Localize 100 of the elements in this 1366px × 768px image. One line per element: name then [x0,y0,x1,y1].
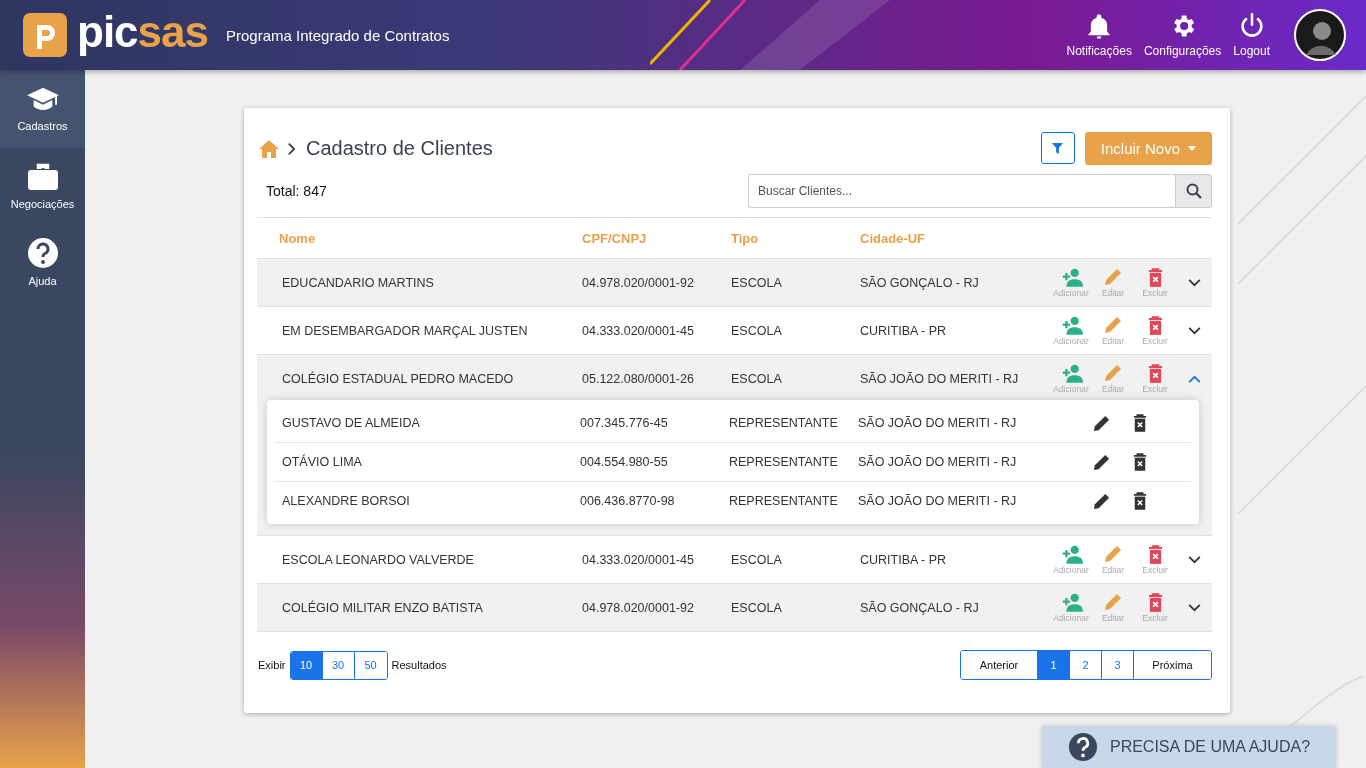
delete-button[interactable]: Excluir [1134,592,1176,623]
pencil-icon [1103,267,1123,287]
expand-chevron-icon[interactable] [1188,555,1201,564]
caret-icon [1188,146,1196,151]
edit-icon[interactable] [1092,491,1111,511]
add-button[interactable]: Adicionar [1050,267,1092,298]
edit-icon[interactable] [1092,452,1111,472]
trash-icon [1147,592,1163,612]
table-cell-text: ESCOLA LEONARDO VALVERDE [281,552,475,567]
add-button[interactable]: Adicionar [1050,592,1092,623]
search-field[interactable]: Buscar Clientes... [748,174,1175,208]
table-cell-text: COLÉGIO ESTADUAL PEDRO MACEDO [281,371,515,386]
edit-button[interactable]: Editar [1092,363,1134,394]
table-cell-text: ESCOLA [731,600,783,615]
column-header[interactable]: Nome [257,230,582,246]
table-cell-text: SÃO JOÃO DO MERITI - RJ [860,371,1020,386]
previous-button[interactable]: Anterior [961,651,1038,679]
delete-icon[interactable] [1133,453,1147,471]
table-cell-text: ESCOLA [731,323,783,338]
table-cell-text: CURITIBA - PR [860,552,948,567]
table-cell-text: ESCOLA [731,552,783,567]
pencil-icon [1103,592,1123,612]
page-button[interactable]: 1 [1038,651,1070,679]
edit-button[interactable]: Editar [1092,267,1134,298]
help-icon [26,237,59,269]
table-cell-text: EM DESEMBARGADOR MARÇAL JUSTEN [281,323,529,338]
search-icon [1185,183,1202,199]
table-cell-text: COLÉGIO MILITAR ENZO BATISTA [281,600,484,615]
table-cell-text: GUSTAVO DE ALMEIDA [281,416,421,430]
edit-button[interactable]: Editar [1092,592,1134,623]
edit-icon[interactable] [1092,413,1111,433]
edit-button[interactable]: Editar [1092,544,1134,575]
delete-icon[interactable] [1133,414,1147,432]
table-cell-text: 006.436.8770-98 [580,494,676,508]
add-button[interactable]: Adicionar [1050,544,1092,575]
add-button[interactable]: Adicionar [1050,315,1092,346]
trash-icon [1147,544,1163,564]
expand-chevron-icon[interactable] [1188,603,1201,612]
table-cell-text: ESCOLA [731,371,783,386]
add-button[interactable]: Adicionar [1050,363,1092,394]
table-cell-text: SÃO JOÃO DO MERITI - RJ [858,494,1018,508]
table-cell-text: SÃO GONÇALO - RJ [860,600,980,615]
table-cell-text: 04.978.020/0001-92 [582,600,695,615]
table-cell-text: SÃO JOÃO DO MERITI - RJ [858,455,1018,469]
new-button[interactable]: Incluir Novo [1084,132,1212,165]
logo-text: picsas [77,10,208,54]
table-cell-text: 04.333.020/0001-45 [582,323,695,338]
table-cell-text: 05.122.080/0001-26 [582,371,695,386]
table-cell-text: REPRESENTANTE [729,494,839,508]
table-cell-text: CURITIBA - PR [860,323,948,338]
help-icon [1067,732,1098,762]
delete-button[interactable]: Excluir [1134,363,1176,394]
page-title: Cadastro de Clientes [306,137,493,160]
chevron-right-icon [287,141,296,156]
show-label: Exibir [258,659,286,671]
delete-button[interactable]: Excluir [1134,315,1176,346]
app-title: Programa Integrado de Contratos [226,26,450,44]
search-button[interactable] [1175,174,1212,208]
column-header[interactable]: Cidade-UF [860,230,1050,246]
pencil-icon [1103,363,1123,383]
results-label: Resultados [391,659,447,671]
filter-icon [1052,142,1064,154]
table-cell-text: ALEXANDRE BORSOI [281,494,411,508]
sidebar-item[interactable]: Cadastros [0,70,85,148]
total-count: Total: 847 [266,183,327,199]
collapse-chevron-icon[interactable] [1188,374,1201,383]
logo-icon [23,13,67,57]
pencil-icon [1103,544,1123,564]
settings-button[interactable]: Configurações [1141,12,1224,58]
delete-button[interactable]: Excluir [1134,544,1176,575]
column-header[interactable]: Tipo [731,230,860,246]
sidebar-item[interactable]: Ajuda [0,224,85,300]
sidebar-item[interactable]: Negociações [0,148,85,224]
edit-button[interactable]: Editar [1092,315,1134,346]
table-cell-text: ESCOLA [731,275,783,290]
logout-button[interactable]: Logout [1231,12,1272,58]
expand-chevron-icon[interactable] [1188,326,1201,335]
trash-icon [1147,315,1163,335]
table-cell-text: EDUCANDARIO MARTINS [281,275,435,290]
delete-button[interactable]: Excluir [1134,267,1176,298]
expand-chevron-icon[interactable] [1188,278,1201,287]
page-size-option[interactable]: 10 [290,651,323,679]
help-button[interactable]: PRECISA DE UMA AJUDA? [1042,726,1336,768]
avatar[interactable] [1294,9,1346,61]
table-cell-text: 04.978.020/0001-92 [582,275,695,290]
briefcase-icon [26,162,59,192]
trash-icon [1147,363,1163,383]
table-cell-text: 007.345.776-45 [580,416,669,430]
trash-icon [1147,267,1163,287]
filter-button[interactable] [1040,132,1075,164]
table-cell-text: REPRESENTANTE [729,416,839,430]
table-cell-text: OTÁVIO LIMA [281,455,363,469]
delete-icon[interactable] [1133,492,1147,510]
table-cell-text: SÃO JOÃO DO MERITI - RJ [858,416,1018,430]
table-cell-text: REPRESENTANTE [729,455,839,469]
notifications-button[interactable]: Notificações [1064,12,1134,58]
table-cell-text: SÃO GONÇALO - RJ [860,275,980,290]
column-header[interactable]: CPF/CNPJ [582,230,731,246]
table-cell-text: 004.554.980-55 [580,455,669,469]
table-cell-text: 04.333.020/0001-45 [582,552,695,567]
